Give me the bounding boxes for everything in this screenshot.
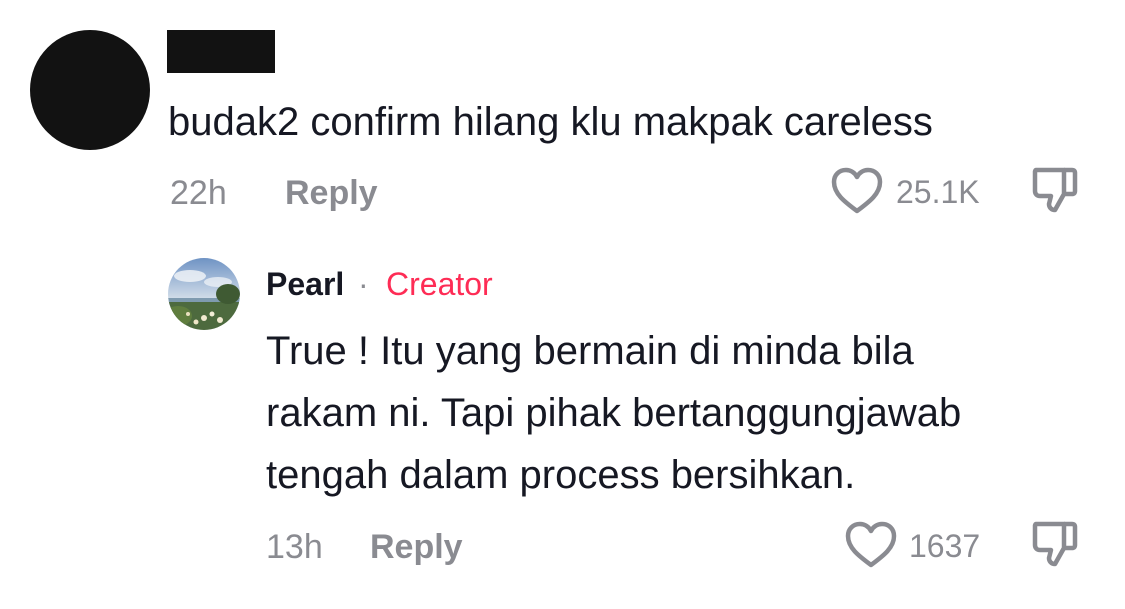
reply-reply-button[interactable]: Reply: [370, 527, 463, 567]
reply-like-count: 1637: [909, 528, 981, 564]
like-count: 25.1K: [896, 174, 980, 210]
commenter-avatar[interactable]: [30, 30, 150, 150]
heart-outline-icon: [845, 521, 897, 568]
comment-text: budak2 confirm hilang klu makpak careles…: [168, 100, 933, 144]
heart-outline-icon: [831, 167, 883, 214]
reply-dislike-button[interactable]: [1031, 518, 1079, 570]
reply-text-line: True ! Itu yang bermain di minda bila: [266, 329, 914, 373]
reply-text-line: rakam ni. Tapi pihak bertanggungjawab: [266, 391, 962, 435]
dislike-button[interactable]: [1031, 164, 1079, 216]
reply-text-line: tengah dalam process bersihkan.: [266, 453, 856, 497]
comment-reply-button[interactable]: Reply: [285, 173, 378, 213]
commenter-name-redacted[interactable]: [167, 30, 275, 73]
landscape-photo-avatar: [168, 258, 240, 330]
thumbs-down-icon: [1032, 521, 1078, 567]
reply-text: True ! Itu yang bermain di minda bila ra…: [266, 320, 1106, 506]
reply-like-button[interactable]: [843, 520, 899, 570]
thumbs-down-icon: [1032, 167, 1078, 213]
reply-author-name[interactable]: Pearl: [266, 264, 344, 304]
reply-timestamp: 13h: [266, 528, 323, 566]
creator-badge: Creator: [386, 266, 493, 302]
like-button[interactable]: [829, 166, 885, 216]
author-separator-dot: ·: [358, 266, 369, 302]
reply-author-avatar[interactable]: [168, 258, 240, 330]
comment-timestamp: 22h: [170, 174, 227, 212]
